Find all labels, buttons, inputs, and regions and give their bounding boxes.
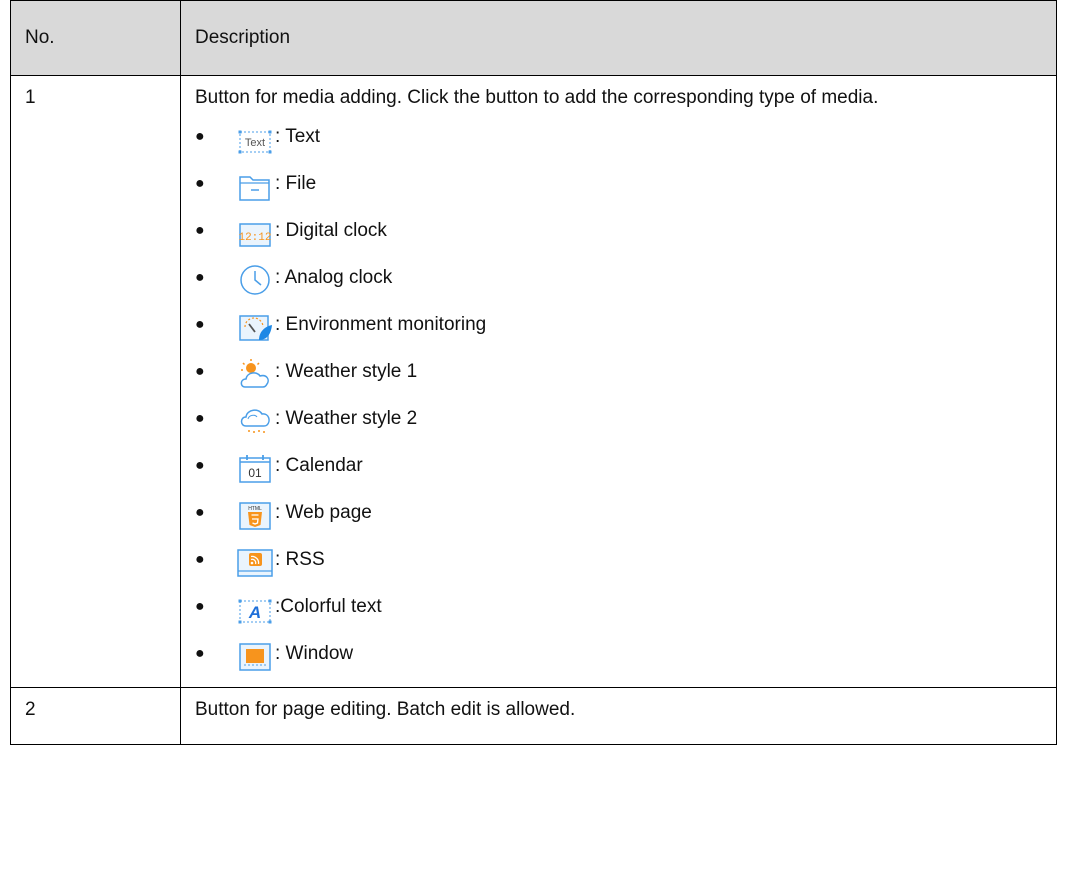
row-1-no: 1 (10, 75, 181, 688)
calendar-icon-label: 01 (248, 466, 262, 480)
bullet-icon: ● (195, 222, 205, 239)
list-item: ● A :Colorful text (195, 583, 1042, 630)
environment-monitoring-icon (235, 306, 275, 344)
calendar-icon: 01 (235, 447, 275, 485)
list-item: ● : Window (195, 630, 1042, 677)
list-item: ● 12:12 : Digital clock (195, 207, 1042, 254)
media-label-web-page: : Web page (275, 502, 372, 523)
media-label-rss: : RSS (275, 549, 325, 570)
list-item: ● : Analog clock (195, 254, 1042, 301)
text-icon-label: Text (245, 137, 265, 149)
bullet-icon: ● (195, 598, 205, 615)
digital-clock-icon: 12:12 (235, 212, 275, 250)
list-item: ● : Environment monitoring (195, 301, 1042, 348)
media-label-window: : Window (275, 643, 354, 664)
bullet-icon: ● (195, 269, 205, 286)
text-icon: Text (235, 118, 275, 156)
header-no: No. (10, 0, 181, 76)
list-item: ● 01 : Calendar (195, 442, 1042, 489)
html5-icon-label: HTML (248, 506, 262, 512)
list-item: ● HTML : Web page (195, 489, 1042, 536)
media-label-file: : File (275, 173, 317, 194)
bullet-icon: ● (195, 128, 205, 145)
media-label-environment-monitoring: : Environment monitoring (275, 314, 487, 335)
bullet-icon: ● (195, 551, 205, 568)
media-label-calendar: : Calendar (275, 455, 363, 476)
bullet-icon: ● (195, 363, 205, 380)
header-description: Description (180, 0, 1057, 76)
media-label-text: : Text (275, 126, 321, 147)
html5-icon: HTML (235, 494, 275, 532)
description-table: No. Description 1 Button for media addin… (10, 0, 1057, 745)
cloud-rain-icon (235, 400, 275, 438)
list-item: ● : Weather style 2 (195, 395, 1042, 442)
media-label-digital-clock: : Digital clock (275, 220, 387, 241)
sun-cloud-icon (235, 353, 275, 391)
bullet-icon: ● (195, 504, 205, 521)
list-item: ● : Weather style 1 (195, 348, 1042, 395)
bullet-icon: ● (195, 457, 205, 474)
media-type-list: ● Text : Text ●: File ● 12:12: Digital… (195, 113, 1042, 677)
table-row: 2 Button for page editing. Batch edit is… (10, 687, 1057, 745)
bullet-icon: ● (195, 645, 205, 662)
bullet-icon: ● (195, 410, 205, 427)
table-header-row: No. Description (10, 0, 1057, 76)
window-icon (235, 635, 275, 673)
row-2-description: Button for page editing. Batch edit is a… (180, 687, 1057, 745)
table-row: 1 Button for media adding. Click the but… (10, 75, 1057, 688)
media-label-analog-clock: : Analog clock (275, 267, 393, 288)
list-item: ● Text : Text (195, 113, 1042, 160)
row-1-description-cell: Button for media adding. Click the butto… (180, 75, 1057, 688)
folder-icon (235, 165, 275, 203)
list-item: ● : RSS (195, 536, 1042, 583)
media-label-colorful-text: :Colorful text (275, 596, 382, 617)
media-label-weather-style-1: : Weather style 1 (275, 361, 418, 382)
row-2-no: 2 (10, 687, 181, 745)
digital-clock-icon-label: 12:12 (238, 232, 271, 244)
colorful-text-icon: A (235, 588, 275, 626)
bullet-icon: ● (195, 316, 205, 333)
list-item: ● : File (195, 160, 1042, 207)
media-label-weather-style-2: : Weather style 2 (275, 408, 418, 429)
analog-clock-icon (235, 259, 275, 297)
row-1-description: Button for media adding. Click the butto… (195, 87, 879, 108)
colorful-text-icon-label: A (248, 603, 261, 622)
rss-icon (235, 541, 275, 579)
bullet-icon: ● (195, 175, 205, 192)
